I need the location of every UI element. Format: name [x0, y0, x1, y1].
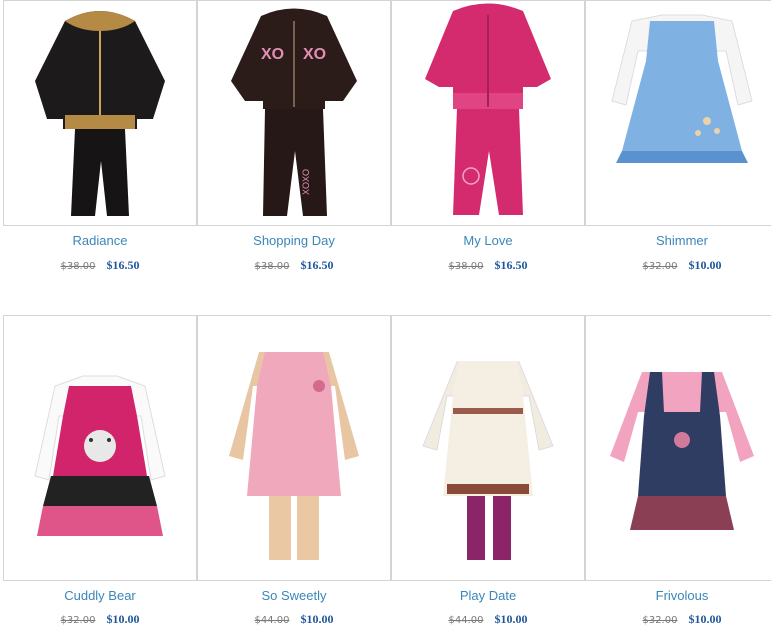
product-name-link[interactable]: So Sweetly — [197, 588, 391, 603]
sale-price: $16.50 — [106, 258, 140, 272]
original-price: $44.00 — [254, 615, 290, 626]
product-price: $44.00 $10.00 — [391, 612, 585, 627]
blue-jumper-dress-image — [611, 14, 753, 163]
original-price: $32.00 — [642, 261, 678, 272]
product-price: $32.00 $10.00 — [585, 612, 771, 627]
denim-jumper-dress-image — [610, 372, 754, 530]
original-price: $32.00 — [60, 615, 96, 626]
product-grid: Radiance $38.00 $16.50 XO XO XOXO Shoppi… — [0, 0, 771, 629]
product-name-link[interactable]: Shopping Day — [197, 233, 391, 248]
product-image-link[interactable] — [197, 315, 391, 581]
original-price: $32.00 — [642, 615, 678, 626]
product-price: $32.00 $10.00 — [3, 612, 197, 627]
sale-price: $10.00 — [688, 258, 722, 272]
product-image-link[interactable] — [3, 0, 197, 226]
product-image-link[interactable] — [391, 315, 585, 581]
product-price: $38.00 $16.50 — [3, 258, 197, 273]
product-price: $38.00 $16.50 — [197, 258, 391, 273]
product-image-link[interactable] — [585, 0, 771, 226]
product-name-link[interactable]: Shimmer — [585, 233, 771, 248]
product-image-link[interactable] — [3, 315, 197, 581]
product-image-link[interactable]: XO XO XOXO — [197, 0, 391, 226]
pink-velour-tracksuit-image — [425, 3, 551, 215]
sale-price: $10.00 — [106, 612, 140, 626]
original-price: $38.00 — [448, 261, 484, 272]
sale-price: $10.00 — [688, 612, 722, 626]
product-name-link[interactable]: Radiance — [3, 233, 197, 248]
product-name-link[interactable]: Frivolous — [585, 588, 771, 603]
sale-price: $10.00 — [494, 612, 528, 626]
bear-jumper-dress-image — [34, 375, 166, 536]
product-name-link[interactable]: Play Date — [391, 588, 585, 603]
black-velour-tracksuit-image — [35, 11, 165, 216]
svg-text:XOXO: XOXO — [301, 169, 311, 195]
sale-price: $10.00 — [300, 612, 334, 626]
cream-sweater-set-image — [422, 361, 554, 560]
product-price: $38.00 $16.50 — [391, 258, 585, 273]
product-name-link[interactable]: Cuddly Bear — [3, 588, 197, 603]
original-price: $38.00 — [254, 261, 290, 272]
product-price: $32.00 $10.00 — [585, 258, 771, 273]
original-price: $38.00 — [60, 261, 96, 272]
sale-price: $16.50 — [494, 258, 528, 272]
svg-text:XO: XO — [303, 46, 326, 63]
product-name-link[interactable]: My Love — [391, 233, 585, 248]
original-price: $44.00 — [448, 615, 484, 626]
product-image-link[interactable] — [391, 0, 585, 226]
pink-sweater-dress-image — [229, 352, 359, 560]
brown-xo-tracksuit-image: XO XO XOXO — [231, 8, 357, 216]
product-price: $44.00 $10.00 — [197, 612, 391, 627]
svg-text:XO: XO — [261, 46, 284, 63]
sale-price: $16.50 — [300, 258, 334, 272]
product-image-link[interactable] — [585, 315, 771, 581]
